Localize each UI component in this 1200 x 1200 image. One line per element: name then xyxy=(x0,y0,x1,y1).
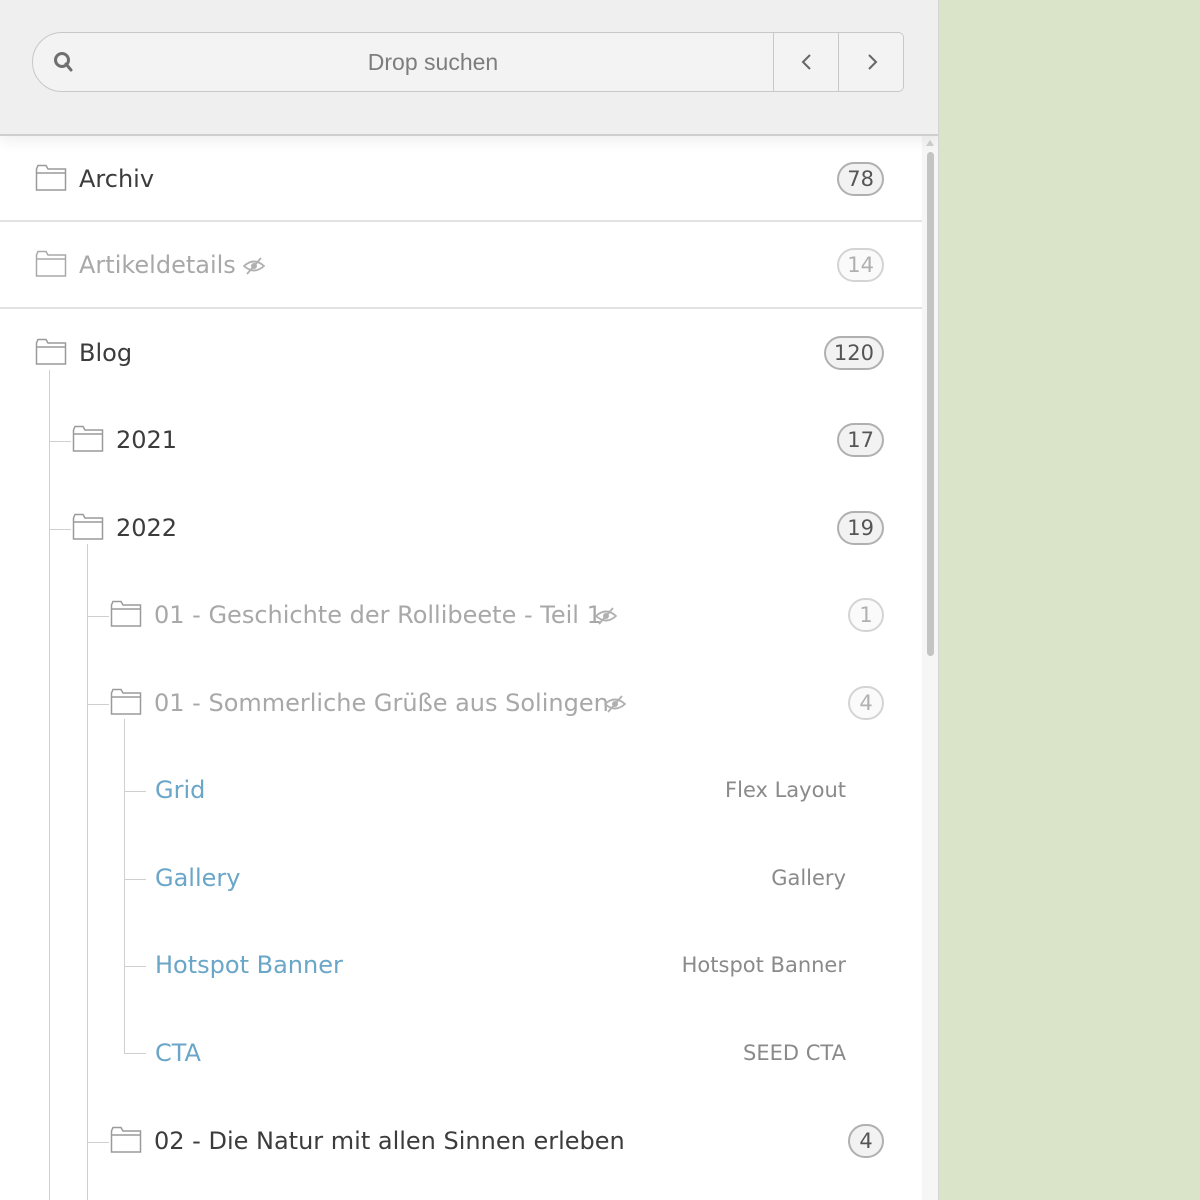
tree-folder-2021[interactable]: 2021 17 xyxy=(0,397,922,484)
folder-label: Artikeldetails xyxy=(79,251,236,279)
folder-label: 2022 xyxy=(116,514,178,542)
tree-element-gallery[interactable]: Gallery Gallery xyxy=(0,835,922,922)
drop-tree: Archiv 78 Artikeldetails 14 Blog 120 202… xyxy=(0,136,922,1200)
tree-folder-2022[interactable]: 2022 19 xyxy=(0,485,922,572)
element-type-label: Hotspot Banner xyxy=(681,953,846,977)
count-badge: 19 xyxy=(837,511,884,545)
eye-slash-icon xyxy=(604,695,626,713)
count-badge: 4 xyxy=(848,1124,884,1158)
tree-folder-geschichte-der-rollibeete[interactable]: 01 - Geschichte der Rollibeete - Teil 1 … xyxy=(0,572,922,659)
search-icon xyxy=(54,52,73,72)
folder-icon xyxy=(35,164,67,191)
count-badge: 14 xyxy=(837,248,884,282)
tree-folder-blog[interactable]: Blog 120 xyxy=(0,310,922,397)
element-type-label: Gallery xyxy=(771,866,846,890)
folder-label: 02 - Die Natur mit allen Sinnen erleben xyxy=(154,1127,625,1155)
tree-element-cta[interactable]: CTA SEED CTA xyxy=(0,1010,922,1097)
search-header xyxy=(0,0,938,136)
chevron-left-icon xyxy=(801,54,811,70)
content-area xyxy=(939,0,1200,1200)
element-link[interactable]: CTA xyxy=(155,1010,201,1097)
scroll-up-arrow-icon[interactable] xyxy=(926,140,934,146)
search-input[interactable] xyxy=(33,33,773,91)
folder-icon xyxy=(35,338,67,365)
folder-icon xyxy=(72,513,104,540)
folder-label: 01 - Geschichte der Rollibeete - Teil 1 xyxy=(154,601,602,629)
folder-icon xyxy=(110,688,142,715)
element-link[interactable]: Gallery xyxy=(155,835,240,922)
tree-folder-sommerliche-gruesse[interactable]: 01 - Sommerliche Grüße aus Solingen 4 xyxy=(0,660,922,747)
scrollbar-thumb[interactable] xyxy=(927,152,934,656)
count-badge: 17 xyxy=(837,423,884,457)
count-badge: 78 xyxy=(837,162,884,196)
folder-icon xyxy=(35,250,67,277)
drop-tree-panel: Archiv 78 Artikeldetails 14 Blog xyxy=(0,0,939,1200)
tree-folder-archiv[interactable]: Archiv 78 xyxy=(0,136,922,222)
element-link[interactable]: Hotspot Banner xyxy=(155,922,343,1009)
folder-label: 2021 xyxy=(116,426,178,454)
chevron-right-icon xyxy=(867,54,877,70)
search-group xyxy=(32,32,904,92)
vertical-scrollbar[interactable] xyxy=(922,136,938,1200)
element-type-label: SEED CTA xyxy=(743,1041,846,1065)
folder-label: 01 - Sommerliche Grüße aus Solingen xyxy=(154,689,609,717)
tree-folder-artikeldetails[interactable]: Artikeldetails 14 xyxy=(0,222,922,309)
tree-element-grid[interactable]: Grid Flex Layout xyxy=(0,747,922,834)
count-badge: 4 xyxy=(848,686,884,720)
tree-element-hotspot-banner[interactable]: Hotspot Banner Hotspot Banner xyxy=(0,922,922,1009)
folder-icon xyxy=(72,425,104,452)
folder-icon xyxy=(110,1126,142,1153)
count-badge: 120 xyxy=(823,336,884,370)
eye-slash-icon xyxy=(595,607,617,625)
folder-icon xyxy=(110,600,142,627)
next-button[interactable] xyxy=(838,33,903,91)
tree-folder-natur-mit-allen-sinnen[interactable]: 02 - Die Natur mit allen Sinnen erleben … xyxy=(0,1098,922,1185)
folder-label: Blog xyxy=(79,339,133,367)
eye-slash-icon xyxy=(243,257,265,275)
element-type-label: Flex Layout xyxy=(725,778,846,802)
element-link[interactable]: Grid xyxy=(155,747,205,834)
previous-button[interactable] xyxy=(773,33,839,91)
count-badge: 1 xyxy=(848,598,884,632)
folder-label: Archiv xyxy=(79,165,155,193)
